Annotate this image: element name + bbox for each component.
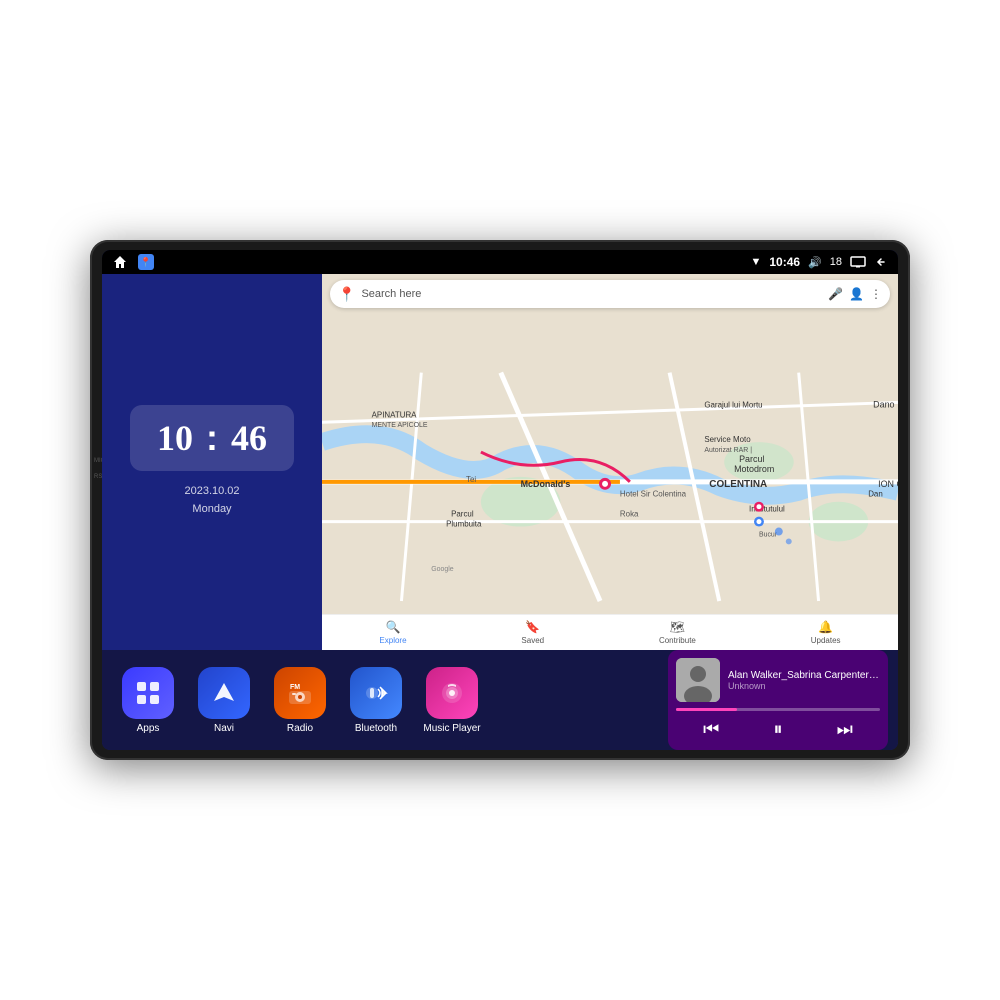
back-icon[interactable] [874, 255, 888, 269]
music-title: Alan Walker_Sabrina Carpenter_F... [728, 670, 880, 681]
map-tab-contribute[interactable]: 🗺 Contribute [659, 620, 696, 645]
svg-text:Parcul: Parcul [451, 510, 474, 519]
music-thumbnail [676, 658, 720, 702]
mic-search-icon[interactable]: 🎤 [828, 287, 843, 301]
svg-text:APINATURA: APINATURA [372, 410, 418, 419]
navi-label: Navi [214, 723, 234, 734]
svg-text:McDonald's: McDonald's [521, 479, 571, 489]
top-row: 10 : 46 2023.10.02 Monday [102, 274, 898, 650]
music-icon-img [426, 667, 478, 719]
clock-date: 2023.10.02 Monday [184, 483, 239, 518]
map-search-icons: 🎤 👤 ⋮ [828, 287, 882, 301]
status-left: 📍 [112, 254, 154, 270]
svg-text:Service Moto: Service Moto [704, 435, 751, 444]
music-controls: ⏮ ⏸ ⏭ [676, 717, 880, 742]
main-content: 10 : 46 2023.10.02 Monday [102, 274, 898, 750]
app-icon-bluetooth[interactable]: Bluetooth [340, 667, 412, 734]
status-right: ▼ 10:46 🔊 18 [750, 255, 888, 269]
music-progress-fill [676, 708, 737, 711]
app-icon-apps[interactable]: Apps [112, 667, 184, 734]
svg-text:ION C: ION C [878, 479, 898, 489]
app-icons-area: Apps Navi [112, 667, 662, 734]
music-prev-button[interactable]: ⏮ [695, 717, 727, 742]
signal-icon: ▼ [750, 256, 761, 268]
svg-text:FM: FM [290, 684, 300, 691]
map-svg: APINATURA MENTE APICOLE Garajul lui Mort… [322, 274, 898, 650]
apps-icon-img [122, 667, 174, 719]
clock-hour: 10 [150, 417, 200, 459]
svg-text:Bucur: Bucur [759, 531, 778, 538]
svg-text:Google: Google [431, 566, 454, 573]
music-info: Alan Walker_Sabrina Carpenter_F... Unkno… [728, 670, 880, 691]
navi-icon-img [198, 667, 250, 719]
map-tab-explore[interactable]: 🔍 Explore [379, 620, 406, 645]
radio-icon-img: FM [274, 667, 326, 719]
music-progress-bar[interactable] [676, 708, 880, 711]
music-artist: Unknown [728, 681, 880, 691]
svg-text:MENTE APICOLE: MENTE APICOLE [372, 422, 428, 429]
clock-widget: 10 : 46 2023.10.02 Monday [102, 274, 322, 650]
map-bottom-bar: 🔍 Explore 🔖 Saved 🗺 Contribute 🔔 [322, 614, 898, 650]
screen: 📍 ▼ 10:46 🔊 18 [102, 250, 898, 750]
radio-label: Radio [287, 723, 313, 734]
svg-text:Tei: Tei [466, 475, 476, 484]
maps-icon[interactable]: 📍 [138, 254, 154, 270]
battery-level: 18 [830, 256, 842, 268]
clock-display: 10 : 46 [130, 405, 294, 471]
map-search-text: Search here [361, 288, 822, 300]
svg-text:COLENTINA: COLENTINA [709, 479, 767, 490]
music-label: Music Player [423, 723, 480, 734]
home-icon[interactable] [112, 254, 128, 270]
svg-text:Dan: Dan [868, 490, 883, 499]
svg-text:Dano: Dano [873, 399, 894, 409]
map-tab-saved[interactable]: 🔖 Saved [521, 620, 544, 645]
device-shell: MIC RST 📍 ▼ 10:46 🔊 18 [90, 240, 910, 760]
map-search-bar[interactable]: 📍 Search here 🎤 👤 ⋮ [330, 280, 890, 308]
bottom-row: Apps Navi [102, 650, 898, 750]
svg-text:Roka: Roka [620, 510, 639, 519]
clock-minute: 46 [224, 417, 274, 459]
bluetooth-icon-img [350, 667, 402, 719]
app-icon-radio[interactable]: FM Radio [264, 667, 336, 734]
map-tab-updates[interactable]: 🔔 Updates [811, 620, 841, 645]
app-icon-navi[interactable]: Navi [188, 667, 260, 734]
grid-search-icon[interactable]: ⋮ [870, 287, 882, 301]
music-next-button[interactable]: ⏭ [829, 717, 861, 742]
music-play-button[interactable]: ⏸ [765, 717, 790, 742]
google-maps-icon: 📍 [338, 286, 355, 303]
apps-label: Apps [137, 723, 160, 734]
status-time: 10:46 [769, 255, 800, 269]
svg-text:Plumbuita: Plumbuita [446, 520, 482, 529]
status-bar: 📍 ▼ 10:46 🔊 18 [102, 250, 898, 274]
clock-colon: : [206, 417, 218, 459]
svg-text:Hotel Sir Colentina: Hotel Sir Colentina [620, 490, 687, 499]
screen-icon [850, 256, 866, 268]
music-top: Alan Walker_Sabrina Carpenter_F... Unkno… [676, 658, 880, 702]
svg-text:Parcul: Parcul [739, 454, 764, 464]
svg-text:Motodrom: Motodrom [734, 464, 774, 474]
user-search-icon[interactable]: 👤 [849, 287, 864, 301]
bluetooth-label: Bluetooth [355, 723, 397, 734]
map-area[interactable]: APINATURA MENTE APICOLE Garajul lui Mort… [322, 274, 898, 650]
svg-text:Garajul lui Mortu: Garajul lui Mortu [704, 400, 762, 409]
app-icon-music[interactable]: Music Player [416, 667, 488, 734]
music-player: Alan Walker_Sabrina Carpenter_F... Unkno… [668, 650, 888, 750]
volume-icon: 🔊 [808, 256, 822, 269]
